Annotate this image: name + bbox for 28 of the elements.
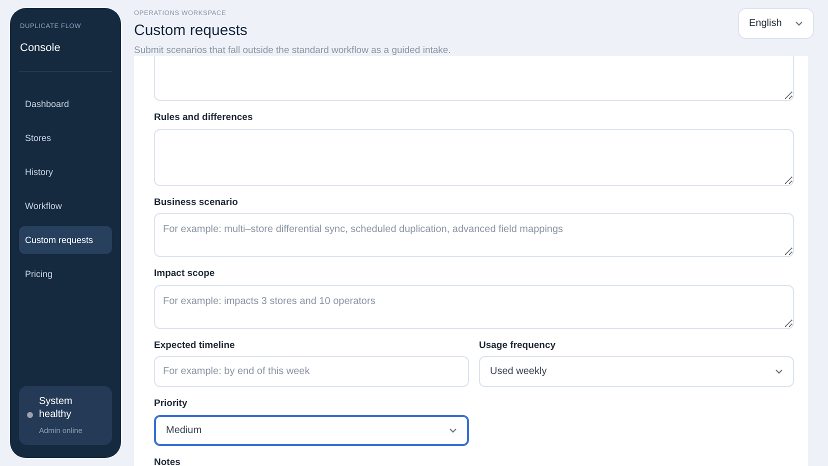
- text-field[interactable]: For example: by end of this week: [154, 356, 469, 387]
- nav-item[interactable]: Dashboard: [19, 90, 112, 118]
- status-title: System healthy: [39, 394, 74, 421]
- select-dropdown[interactable]: Used weekly: [479, 356, 794, 387]
- select-dropdown[interactable]: Medium: [154, 414, 469, 446]
- field-label: Expected timeline: [154, 340, 236, 350]
- text-area[interactable]: [154, 56, 794, 101]
- text-area[interactable]: For example: multi–store differential sync, scheduled duplication, advanced field mappings: [154, 213, 794, 257]
- field-label: Business scenario: [154, 198, 239, 207]
- chevron-down-icon: [775, 369, 783, 374]
- field-label: Usage frequency: [479, 340, 557, 350]
- nav-item[interactable]: History: [19, 158, 112, 186]
- page-subtitle: Submit scenarios that fall outside the standard workflow as a guided intake.: [134, 44, 451, 58]
- nav-item[interactable]: Workflow: [19, 192, 112, 220]
- page-title: Custom requests: [134, 22, 248, 40]
- chevron-down-icon: [795, 21, 803, 26]
- text-area[interactable]: [154, 128, 794, 186]
- field-label: Impact scope: [154, 269, 216, 278]
- nav-item[interactable]: Stores: [19, 124, 112, 152]
- nav-item[interactable]: Custom requests: [19, 226, 112, 254]
- field-label: Rules and differences: [154, 113, 254, 122]
- field-label: Notes: [154, 458, 182, 466]
- chevron-down-icon: [449, 428, 457, 432]
- language-select[interactable]: English: [738, 8, 814, 39]
- field-label: Priority: [154, 399, 188, 408]
- nav-item[interactable]: Pricing: [19, 260, 112, 288]
- text-area[interactable]: For example: impacts 3 stores and 10 operators: [154, 284, 794, 328]
- brand-title: Console: [19, 40, 62, 56]
